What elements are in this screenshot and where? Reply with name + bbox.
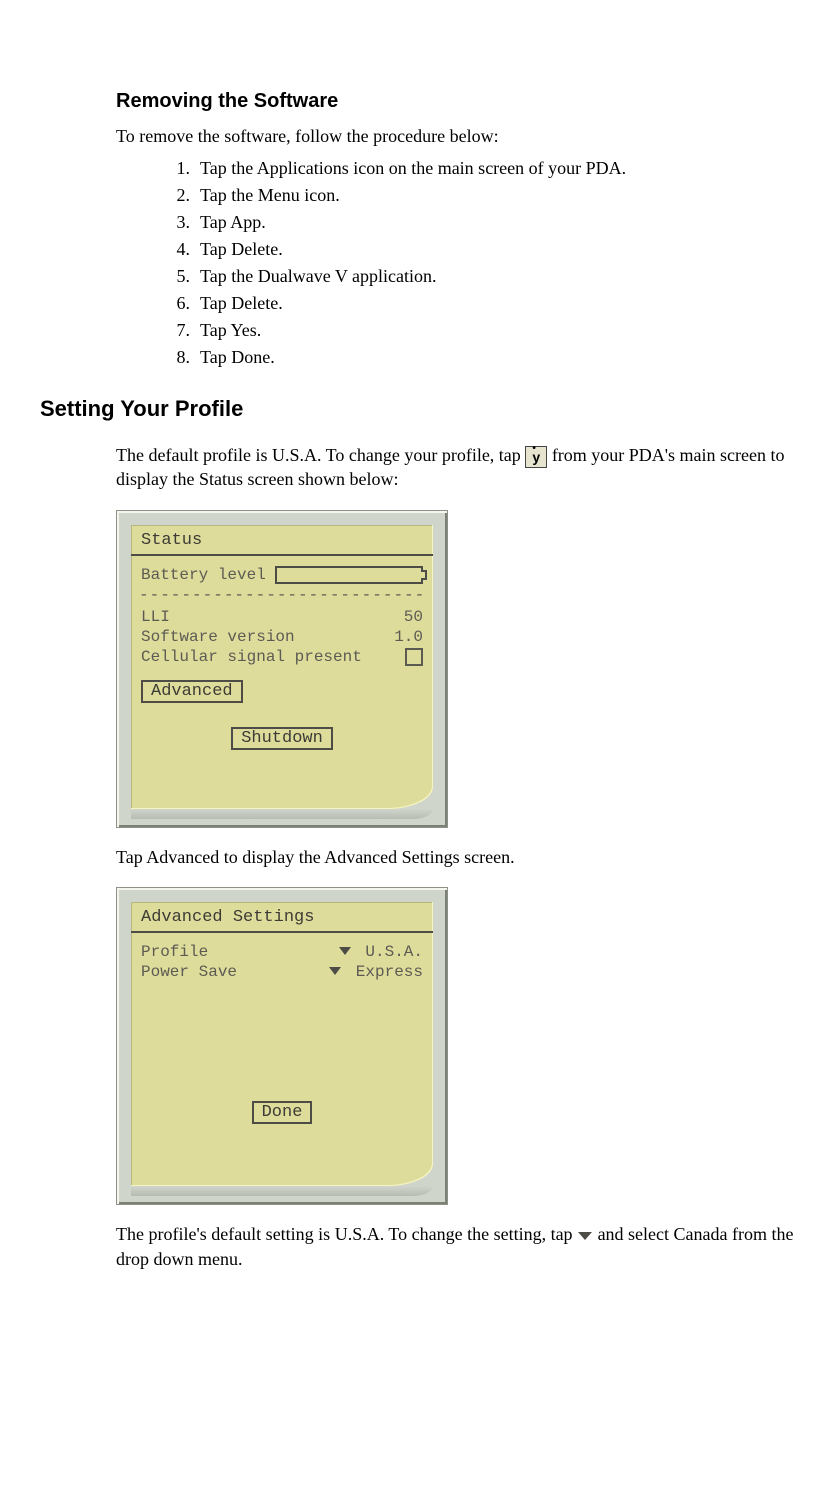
battery-level-bar	[275, 566, 423, 584]
step-text: Tap the Menu icon.	[200, 185, 340, 206]
dropdown-arrow-icon[interactable]	[328, 966, 342, 976]
software-version-row: Software version 1.0	[141, 628, 423, 646]
section-heading-removing: Removing the Software	[116, 90, 826, 113]
list-item: 3.Tap App.	[160, 212, 826, 233]
list-number: 4.	[160, 239, 200, 260]
software-version-value: 1.0	[394, 628, 423, 646]
profile-label: Profile	[141, 943, 208, 961]
list-item: 2.Tap the Menu icon.	[160, 185, 826, 206]
list-item: 5.Tap the Dualwave V application.	[160, 266, 826, 287]
profile-value-group: U.S.A.	[334, 943, 423, 961]
profile-value: U.S.A.	[365, 943, 423, 961]
battery-label: Battery level	[141, 566, 266, 584]
step-text: Tap the Applications icon on the main sc…	[200, 158, 626, 179]
power-save-row: Power Save Express	[141, 963, 423, 981]
step-text: Tap Done.	[200, 347, 275, 368]
list-number: 3.	[160, 212, 200, 233]
list-item: 6.Tap Delete.	[160, 293, 826, 314]
dropdown-arrow-icon[interactable]	[338, 946, 352, 956]
power-save-label: Power Save	[141, 963, 237, 981]
list-item: 7.Tap Yes.	[160, 320, 826, 341]
screen-title: Advanced Settings	[141, 906, 423, 929]
dropdown-arrow-icon	[577, 1224, 593, 1247]
done-button[interactable]: Done	[252, 1101, 313, 1124]
power-save-value: Express	[356, 963, 423, 981]
cellular-signal-row: Cellular signal present	[141, 648, 423, 666]
list-number: 1.	[160, 158, 200, 179]
list-item: 4.Tap Delete.	[160, 239, 826, 260]
step-text: Tap Delete.	[200, 239, 283, 260]
cellular-signal-checkbox[interactable]	[405, 648, 423, 666]
advanced-button-row: Advanced	[141, 680, 423, 703]
profile-paragraph-2: Tap Advanced to display the Advanced Set…	[116, 846, 816, 869]
screen-title: Status	[141, 529, 423, 552]
lli-row: LLI 50	[141, 608, 423, 626]
done-button-row: Done	[141, 1101, 423, 1124]
profile-row: Profile U.S.A.	[141, 943, 423, 961]
shutdown-button[interactable]: Shutdown	[231, 727, 333, 750]
battery-row: Battery level	[141, 566, 423, 584]
document-page: Removing the Software To remove the soft…	[0, 0, 826, 1341]
shutdown-button-row: Shutdown	[141, 727, 423, 750]
advanced-button[interactable]: Advanced	[141, 680, 243, 703]
profile-paragraph-1: The default profile is U.S.A. To change …	[116, 444, 816, 491]
paragraph-text: The profile's default setting is U.S.A. …	[116, 1224, 577, 1244]
divider	[131, 931, 433, 933]
list-number: 2.	[160, 185, 200, 206]
step-text: Tap App.	[200, 212, 266, 233]
cellular-signal-label: Cellular signal present	[141, 648, 362, 666]
list-number: 7.	[160, 320, 200, 341]
list-number: 6.	[160, 293, 200, 314]
pda-screen: Status Battery level -------------------…	[131, 525, 433, 809]
profile-paragraph-3: The profile's default setting is U.S.A. …	[116, 1223, 816, 1271]
section-heading-profile: Setting Your Profile	[40, 396, 826, 422]
intro-paragraph: To remove the software, follow the proce…	[116, 125, 816, 148]
paragraph-text: The default profile is U.S.A. To change …	[116, 445, 525, 465]
lli-value: 50	[404, 608, 423, 626]
shadow	[131, 1186, 433, 1196]
software-version-label: Software version	[141, 628, 295, 646]
lli-label: LLI	[141, 608, 170, 626]
removal-steps-list: 1.Tap the Applications icon on the main …	[160, 158, 826, 368]
status-app-icon: y	[525, 446, 547, 468]
shadow	[131, 809, 433, 819]
status-screen-screenshot: Status Battery level -------------------…	[116, 510, 448, 828]
list-number: 5.	[160, 266, 200, 287]
divider-dashed: ----------------------------	[139, 586, 425, 604]
power-save-value-group: Express	[324, 963, 423, 981]
divider	[131, 554, 433, 556]
step-text: Tap the Dualwave V application.	[200, 266, 437, 287]
advanced-settings-screenshot: Advanced Settings Profile U.S.A. Power S…	[116, 887, 448, 1205]
step-text: Tap Delete.	[200, 293, 283, 314]
list-item: 1.Tap the Applications icon on the main …	[160, 158, 826, 179]
list-number: 8.	[160, 347, 200, 368]
step-text: Tap Yes.	[200, 320, 261, 341]
battery-tip-icon	[421, 570, 427, 580]
pda-screen: Advanced Settings Profile U.S.A. Power S…	[131, 902, 433, 1186]
list-item: 8.Tap Done.	[160, 347, 826, 368]
